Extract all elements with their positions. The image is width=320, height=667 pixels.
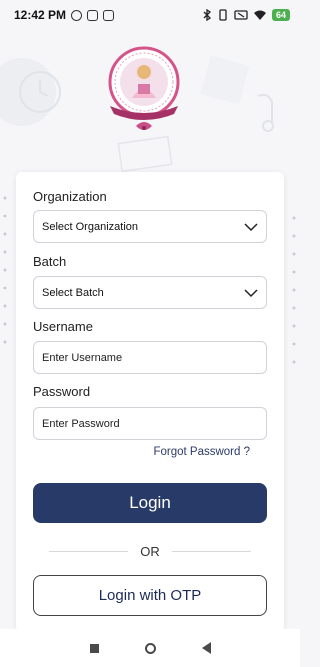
chevron-down-icon — [244, 223, 258, 232]
bluetooth-icon — [203, 9, 212, 21]
navigation-bar — [0, 629, 300, 667]
login-with-otp-button[interactable]: Login with OTP — [33, 575, 267, 616]
password-placeholder: Enter Password — [42, 417, 120, 430]
password-field[interactable]: Enter Password — [33, 407, 267, 440]
batch-dropdown[interactable]: Select Batch — [33, 276, 267, 309]
upload-icon — [103, 9, 115, 21]
forgot-password-link[interactable]: Forgot Password ? — [153, 446, 250, 458]
username-field[interactable]: Enter Username — [33, 341, 267, 374]
or-text: OR — [140, 543, 160, 559]
battery-indicator: 64 — [271, 9, 290, 21]
batch-selected-value: Select Batch — [42, 286, 104, 299]
status-time: 12:42 PM — [14, 8, 67, 22]
status-right: 64 — [202, 9, 290, 21]
divider-line — [171, 550, 251, 552]
username-label: Username — [33, 319, 93, 334]
chevron-down-icon — [244, 289, 258, 298]
nav-home-icon[interactable] — [144, 642, 156, 654]
organization-dropdown[interactable]: Select Organization — [33, 210, 267, 243]
wifi-icon — [253, 10, 266, 20]
login-form: Organization Select Organization Batch S… — [16, 172, 284, 632]
vibrate-icon — [219, 9, 227, 21]
signal-off-icon — [234, 10, 248, 20]
divider-line — [49, 550, 129, 552]
password-label: Password — [33, 384, 91, 399]
organization-label: Organization — [33, 189, 107, 204]
notification-icon — [71, 9, 83, 21]
login-button[interactable]: Login — [33, 483, 267, 523]
nav-back-icon[interactable] — [201, 642, 211, 654]
organization-logo — [108, 46, 180, 130]
organization-selected-value: Select Organization — [42, 220, 138, 233]
batch-label: Batch — [33, 254, 67, 269]
nav-recents-icon[interactable] — [89, 643, 99, 653]
status-left: 12:42 PM — [14, 8, 115, 22]
status-bar: 12:42 PM 64 — [0, 0, 300, 30]
notification-icon — [87, 9, 99, 21]
or-divider: OR — [49, 543, 251, 559]
username-placeholder: Enter Username — [42, 351, 123, 364]
